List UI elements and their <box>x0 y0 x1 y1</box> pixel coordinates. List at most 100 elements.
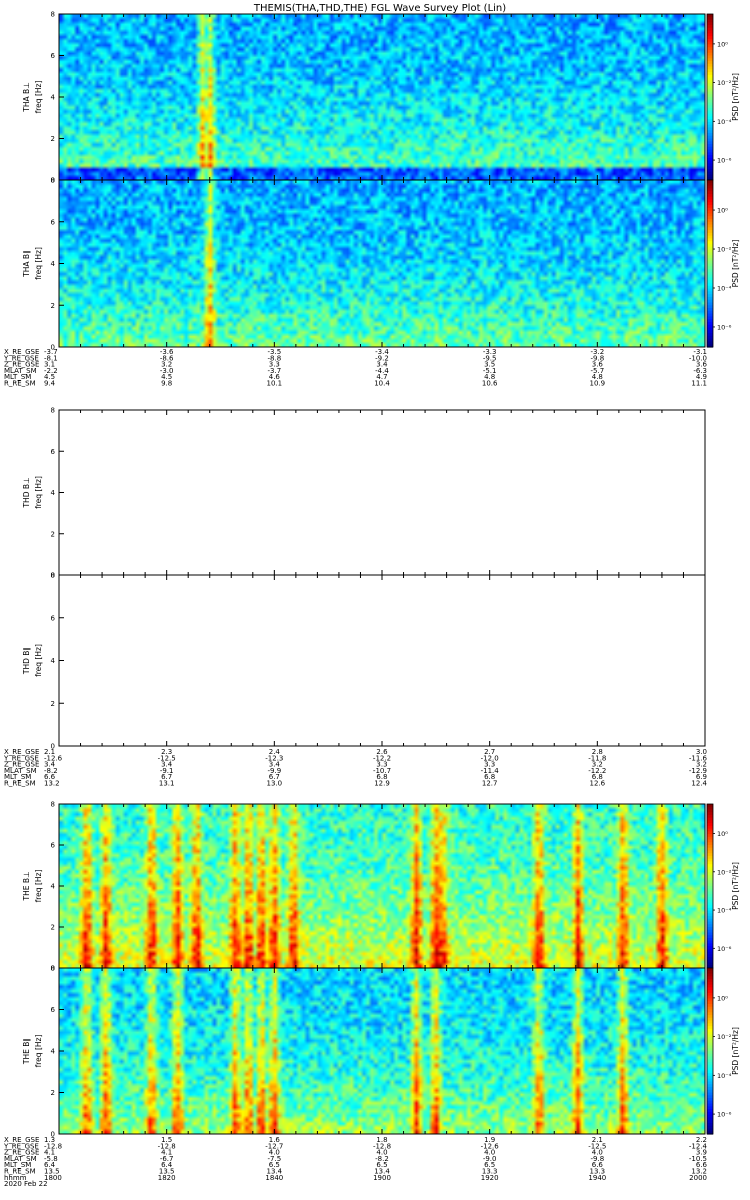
ephemeris-block: X_RE_GSEY_RE_GSEZ_RE_GSEMLAT_SMMLT_SMR_R… <box>3 348 708 388</box>
y-tick-label: 4 <box>51 489 56 497</box>
panel-probe-label: THE B⊥ <box>22 871 31 901</box>
ephemeris-value: 1920 <box>481 1174 499 1182</box>
colorbar-tick-label: 10⁰ <box>717 994 728 1002</box>
ephemeris-value: 9.4 <box>44 380 56 388</box>
ephemeris-value: 1900 <box>373 1174 391 1182</box>
y-tick-label: 2 <box>51 135 55 143</box>
y-tick-label: 6 <box>51 1006 56 1014</box>
y-tick-label: 2 <box>51 924 55 932</box>
colorbar-tick-label: 10⁻⁶ <box>717 157 732 165</box>
figure-title: THEMIS(THA,THD,THE) FGL Wave Survey Plot… <box>253 3 506 14</box>
ephemeris-block: X_RE_GSEY_RE_GSEZ_RE_GSEMLAT_SMMLT_SMR_R… <box>3 748 708 788</box>
spectrogram-image <box>59 14 705 180</box>
panel-unit-label: freq [Hz] <box>34 247 43 280</box>
y-tick-label: 8 <box>51 11 55 19</box>
y-tick-label: 8 <box>51 572 55 580</box>
colorbar-tick-label: 10⁻⁶ <box>717 1111 732 1119</box>
y-tick-label: 2 <box>51 1089 55 1097</box>
ephemeris-value: 1820 <box>158 1174 176 1182</box>
spectrogram-image <box>59 968 705 1134</box>
ephemeris-value: 2000 <box>689 1174 707 1182</box>
panel-probe-label: THA B∥ <box>22 250 31 278</box>
panel-frame <box>58 409 706 576</box>
colorbar-tick-label: 10⁻² <box>717 246 732 254</box>
ephemeris-value: 11.1 <box>691 380 707 388</box>
ephemeris-label: R_RE_SM <box>4 380 36 388</box>
colorbar-label: PSD [nT²/Hz] <box>731 862 740 910</box>
spectrogram-panel: 02468THE B⊥ freq [Hz]10⁰10⁻²10⁻⁴10⁻⁶PSD [… <box>22 801 740 973</box>
ephemeris-value: 10.6 <box>482 380 498 388</box>
ephemeris-value: 13.0 <box>267 780 283 788</box>
panel-unit-label: freq [Hz] <box>34 476 43 509</box>
spectrogram-panel: 02468THD B⊥ freq [Hz] <box>22 407 706 580</box>
colorbar-tick-label: 10⁰ <box>717 830 728 838</box>
spectrogram-panel: 02468THD B∥ freq [Hz] <box>22 572 706 751</box>
ephemeris-value: 12.4 <box>691 780 707 788</box>
colorbar-tick-label: 10⁻² <box>717 868 732 876</box>
ephemeris-value: 13.1 <box>159 780 175 788</box>
colorbar-tick-label: 10⁻⁶ <box>717 323 732 331</box>
y-tick-label: 8 <box>51 177 55 185</box>
colorbar-tick-label: 10⁻⁶ <box>717 945 732 953</box>
y-tick-label: 8 <box>51 407 55 415</box>
ephemeris-block: X_RE_GSEY_RE_GSEZ_RE_GSEMLAT_SMMLT_SMR_R… <box>3 1136 708 1188</box>
y-tick-label: 4 <box>51 883 56 891</box>
colorbar: 10⁰ 10⁻² 10⁻⁴ 10⁻⁶ PSD [nT²/Hz] <box>706 179 740 348</box>
ephemeris-value: 12.9 <box>374 780 390 788</box>
colorbar: 10⁰ 10⁻² 10⁻⁴ 10⁻⁶ PSD [nT²/Hz] <box>706 803 740 969</box>
ephemeris-value: 13.2 <box>44 780 60 788</box>
y-tick-label: 4 <box>51 1048 56 1056</box>
y-tick-label: 4 <box>51 260 56 268</box>
spectrogram-panel: 02468THA B⊥ freq [Hz]10⁰10⁻²10⁻⁴10⁻⁶PSD [… <box>22 11 740 185</box>
y-tick-label: 2 <box>51 302 55 310</box>
colorbar: 10⁰ 10⁻² 10⁻⁴ 10⁻⁶ PSD [nT²/Hz] <box>706 13 740 181</box>
spectrogram-panels: 02468THA B⊥ freq [Hz]10⁰10⁻²10⁻⁴10⁻⁶PSD [… <box>22 11 740 1139</box>
y-tick-label: 2 <box>51 700 55 708</box>
ephemeris-label: 2020 Feb 22 <box>4 1180 48 1188</box>
ephemeris-value: 10.9 <box>590 380 606 388</box>
ephemeris-value: 10.1 <box>267 380 283 388</box>
y-tick-label: 6 <box>51 448 56 456</box>
ephemeris-label: R_RE_SM <box>4 780 36 788</box>
ephemeris-value: 12.6 <box>590 780 606 788</box>
colorbar-tick-label: 10⁰ <box>717 40 728 48</box>
colorbar-tick-label: 10⁻² <box>717 1033 732 1041</box>
colorbar-label: PSD [nT²/Hz] <box>731 73 740 121</box>
panel-unit-label: freq [Hz] <box>34 870 43 903</box>
spectrogram-panel: 02468THE B∥ freq [Hz]10⁰10⁻²10⁻⁴10⁻⁶PSD [… <box>22 965 740 1139</box>
y-tick-label: 6 <box>51 218 56 226</box>
spectrogram-image <box>59 180 705 347</box>
y-tick-label: 8 <box>51 801 55 809</box>
ephemeris-value: 1840 <box>265 1174 283 1182</box>
panel-probe-label: THD B∥ <box>22 647 31 675</box>
panel-probe-label: THA B⊥ <box>22 82 31 112</box>
ephemeris-value: 12.7 <box>482 780 498 788</box>
y-tick-label: 6 <box>51 614 56 622</box>
wave-survey-figure: THEMIS(THA,THD,THE) FGL Wave Survey Plot… <box>3 3 740 1188</box>
panel-frame <box>58 574 706 747</box>
colorbar-tick-label: 10⁻² <box>717 79 732 87</box>
colorbar-tick-label: 10⁰ <box>717 207 728 215</box>
spectrogram-image <box>59 804 705 968</box>
panel-probe-label: THD B⊥ <box>22 477 31 508</box>
ephemeris-value: 9.8 <box>161 380 172 388</box>
y-tick-label: 4 <box>51 657 56 665</box>
colorbar-label: PSD [nT²/Hz] <box>731 1027 740 1075</box>
panel-probe-label: THE B∥ <box>22 1038 31 1065</box>
colorbar-tick-label: 10⁻⁴ <box>717 284 732 292</box>
colorbar-tick-label: 10⁻⁴ <box>717 118 732 126</box>
panel-unit-label: freq [Hz] <box>34 1035 43 1068</box>
panel-unit-label: freq [Hz] <box>34 81 43 114</box>
y-tick-label: 6 <box>51 842 56 850</box>
spectrogram-panel: 02468THA B∥ freq [Hz]10⁰10⁻²10⁻⁴10⁻⁶PSD [… <box>22 177 740 352</box>
colorbar-tick-label: 10⁻⁴ <box>717 907 732 915</box>
y-tick-label: 6 <box>51 52 56 60</box>
y-tick-label: 8 <box>51 965 55 973</box>
y-tick-label: 2 <box>51 530 55 538</box>
panel-unit-label: freq [Hz] <box>34 644 43 677</box>
y-tick-label: 4 <box>51 94 56 102</box>
colorbar-tick-label: 10⁻⁴ <box>717 1072 732 1080</box>
ephemeris-value: 1800 <box>44 1174 62 1182</box>
colorbar-label: PSD [nT²/Hz] <box>731 240 740 288</box>
ephemeris-value: 1940 <box>588 1174 606 1182</box>
